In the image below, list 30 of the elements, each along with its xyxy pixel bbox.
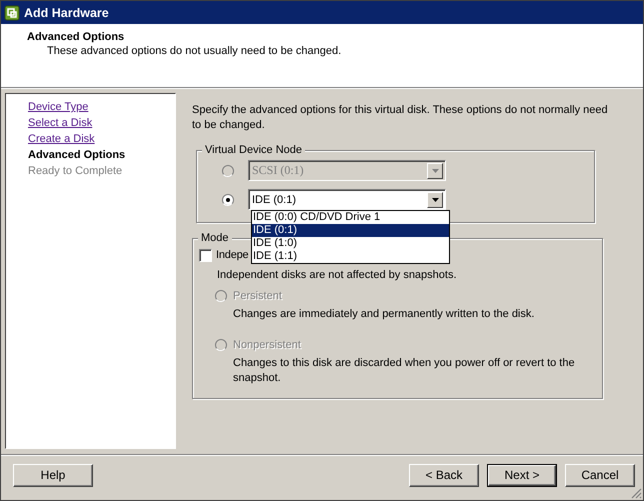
help-button[interactable]: Help <box>13 464 93 486</box>
step-item: Ready to Complete <box>28 164 122 179</box>
step-link[interactable]: Select a Disk <box>28 116 92 132</box>
dropdown-field[interactable]: IDE (0:1) <box>248 189 446 210</box>
resize-grip-icon[interactable] <box>630 487 642 499</box>
next-button[interactable]: Next > <box>488 464 556 486</box>
dropdown-option[interactable]: IDE (0:0) CD/DVD Drive 1 <box>252 211 449 224</box>
dropdown-option[interactable]: IDE (1:0) <box>252 237 449 250</box>
dropdown-option[interactable]: IDE (1:1) <box>252 250 449 263</box>
back-button[interactable]: < Back <box>409 464 479 486</box>
hint-text: Independent disks are not affected by snapshots. <box>217 269 457 281</box>
option-description: Changes are immediately and permanently written to the disk. <box>233 307 536 322</box>
page-title: Advanced Options <box>27 31 124 43</box>
radio-button[interactable] <box>222 194 234 206</box>
checkbox-label: Indepe <box>216 249 248 261</box>
app-icon <box>4 4 20 20</box>
intro-text: Specify the advanced options for this virtual disk. These options do not normally need to be changed. <box>192 103 609 133</box>
dropdown-option[interactable]: IDE (0:1) <box>252 224 449 237</box>
radio-label: Nonpersistent <box>233 339 301 351</box>
step-item: Advanced Options <box>28 148 126 163</box>
window-title: Add Hardware <box>24 6 109 20</box>
caret-icon <box>432 198 438 202</box>
option-description: Changes to this disk are discarded when you power off or revert to the snapshot. <box>233 356 576 386</box>
page-subtitle: These advanced options do not usually need to be changed. <box>47 45 342 57</box>
checkbox[interactable] <box>199 248 212 262</box>
radio-label: Persistent <box>233 290 282 302</box>
cancel-button[interactable]: Cancel <box>565 464 635 486</box>
caret-icon <box>432 168 438 172</box>
step-link[interactable]: Create a Disk <box>28 132 95 148</box>
step-link[interactable]: Device Type <box>28 100 88 116</box>
